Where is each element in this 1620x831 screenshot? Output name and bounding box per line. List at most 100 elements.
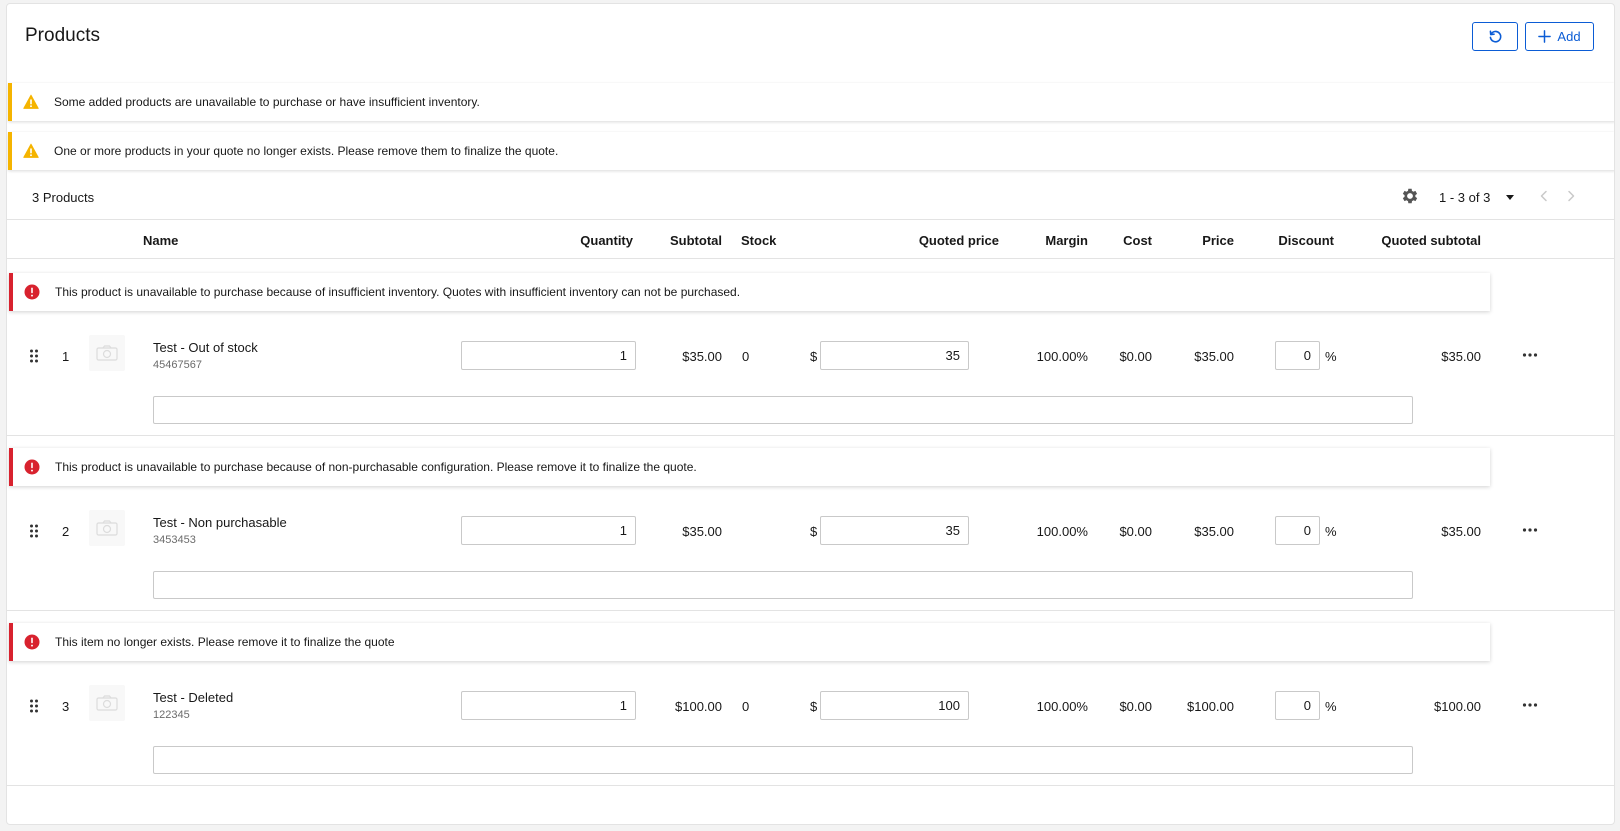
drag-handle-icon[interactable] [29, 524, 39, 538]
drag-handle-icon[interactable] [29, 349, 39, 363]
page-title: Products [25, 25, 100, 46]
quoted-price-input[interactable] [820, 516, 969, 545]
product-sku: 45467567 [153, 359, 202, 371]
price-value: $100.00 [1187, 699, 1234, 714]
column-header-stock[interactable]: Stock [741, 233, 776, 248]
row-number: 1 [62, 349, 70, 364]
product-thumbnail [89, 685, 125, 721]
error-icon [24, 284, 40, 300]
camera-icon [96, 345, 118, 361]
more-icon[interactable] [1522, 702, 1538, 708]
warning-text: One or more products in your quote no lo… [54, 144, 559, 158]
refresh-button[interactable] [1472, 22, 1518, 51]
quoted-subtotal-value: $35.00 [1441, 349, 1481, 364]
table-header: Name Quantity Subtotal Stock Quoted pric… [7, 221, 1614, 259]
table-row: This product is unavailable to purchase … [7, 260, 1614, 436]
column-header-quoted-price[interactable]: Quoted price [919, 233, 999, 248]
row-error-banner: This product is unavailable to purchase … [9, 273, 1490, 311]
cost-value: $0.00 [1119, 349, 1152, 364]
cost-value: $0.00 [1119, 524, 1152, 539]
gear-icon[interactable] [1400, 186, 1420, 206]
column-header-quoted-subtotal[interactable]: Quoted subtotal [1381, 233, 1481, 248]
table-toolbar: 3 Products 1 - 3 of 3 [7, 174, 1614, 220]
subtotal-value: $100.00 [675, 699, 722, 714]
add-button-label: Add [1557, 29, 1581, 44]
row-error-text: This product is unavailable to purchase … [55, 460, 697, 474]
refresh-icon [1489, 30, 1501, 43]
currency-symbol: $ [810, 349, 818, 364]
card-header: Products Add [7, 4, 1614, 80]
error-icon [24, 459, 40, 475]
pagination-range[interactable]: 1 - 3 of 3 [1439, 190, 1490, 205]
quantity-input[interactable] [461, 341, 636, 370]
column-header-cost[interactable]: Cost [1123, 233, 1152, 248]
product-thumbnail [89, 510, 125, 546]
quoted-subtotal-value: $35.00 [1441, 524, 1481, 539]
row-number: 2 [62, 524, 70, 539]
add-button[interactable]: Add [1525, 22, 1594, 51]
margin-value: 100.00% [1036, 524, 1088, 539]
caret-down-icon[interactable] [1504, 191, 1516, 203]
product-name[interactable]: Test - Non purchasable [153, 515, 287, 530]
row-number: 3 [62, 699, 70, 714]
row-error-banner: This item no longer exists. Please remov… [9, 623, 1490, 661]
margin-value: 100.00% [1036, 349, 1088, 364]
column-header-quantity[interactable]: Quantity [580, 233, 633, 248]
discount-input[interactable] [1275, 516, 1320, 545]
currency-symbol: $ [810, 699, 818, 714]
product-sku: 3453453 [153, 534, 196, 546]
subtotal-value: $35.00 [682, 349, 722, 364]
error-icon [24, 634, 40, 650]
plus-icon [1538, 30, 1552, 43]
chevron-right-icon[interactable] [1564, 189, 1578, 203]
row-error-text: This product is unavailable to purchase … [55, 285, 741, 299]
percent-symbol: % [1325, 524, 1337, 539]
product-count: 3 Products [32, 190, 95, 205]
drag-handle-icon[interactable] [29, 699, 39, 713]
column-header-price[interactable]: Price [1202, 233, 1234, 248]
more-icon[interactable] [1522, 352, 1538, 358]
warning-icon [23, 143, 39, 158]
camera-icon [96, 520, 118, 536]
percent-symbol: % [1325, 699, 1337, 714]
column-header-name[interactable]: Name [143, 233, 178, 248]
warning-icon [23, 94, 39, 109]
discount-input[interactable] [1275, 341, 1320, 370]
quantity-input[interactable] [461, 516, 636, 545]
cost-value: $0.00 [1119, 699, 1152, 714]
column-header-discount[interactable]: Discount [1278, 233, 1334, 248]
chevron-left-icon[interactable] [1537, 189, 1551, 203]
subtotal-value: $35.00 [682, 524, 722, 539]
line-item-note-input[interactable] [153, 396, 1413, 424]
price-value: $35.00 [1194, 349, 1234, 364]
product-thumbnail [89, 335, 125, 371]
warning-text: Some added products are unavailable to p… [54, 95, 480, 109]
stock-value: 0 [742, 349, 750, 364]
warning-banner-deleted: One or more products in your quote no lo… [8, 132, 1614, 170]
table-row: This product is unavailable to purchase … [7, 435, 1614, 611]
column-header-margin[interactable]: Margin [1045, 233, 1088, 248]
product-name[interactable]: Test - Deleted [153, 690, 233, 705]
margin-value: 100.00% [1036, 699, 1088, 714]
row-error-text: This item no longer exists. Please remov… [55, 635, 395, 649]
camera-icon [96, 695, 118, 711]
quoted-price-input[interactable] [820, 341, 969, 370]
column-header-subtotal[interactable]: Subtotal [670, 233, 722, 248]
currency-symbol: $ [810, 524, 818, 539]
stock-value: 0 [742, 699, 750, 714]
discount-input[interactable] [1275, 691, 1320, 720]
quantity-input[interactable] [461, 691, 636, 720]
percent-symbol: % [1325, 349, 1337, 364]
quoted-price-input[interactable] [820, 691, 969, 720]
price-value: $35.00 [1194, 524, 1234, 539]
more-icon[interactable] [1522, 527, 1538, 533]
quoted-subtotal-value: $100.00 [1434, 699, 1481, 714]
product-sku: 122345 [153, 709, 190, 721]
line-item-note-input[interactable] [153, 571, 1413, 599]
row-error-banner: This product is unavailable to purchase … [9, 448, 1490, 486]
table-row: This item no longer exists. Please remov… [7, 610, 1614, 786]
product-name[interactable]: Test - Out of stock [153, 340, 258, 355]
line-item-note-input[interactable] [153, 746, 1413, 774]
warning-banner-inventory: Some added products are unavailable to p… [8, 83, 1614, 121]
products-card: Products Add Some added products are una… [6, 3, 1615, 825]
